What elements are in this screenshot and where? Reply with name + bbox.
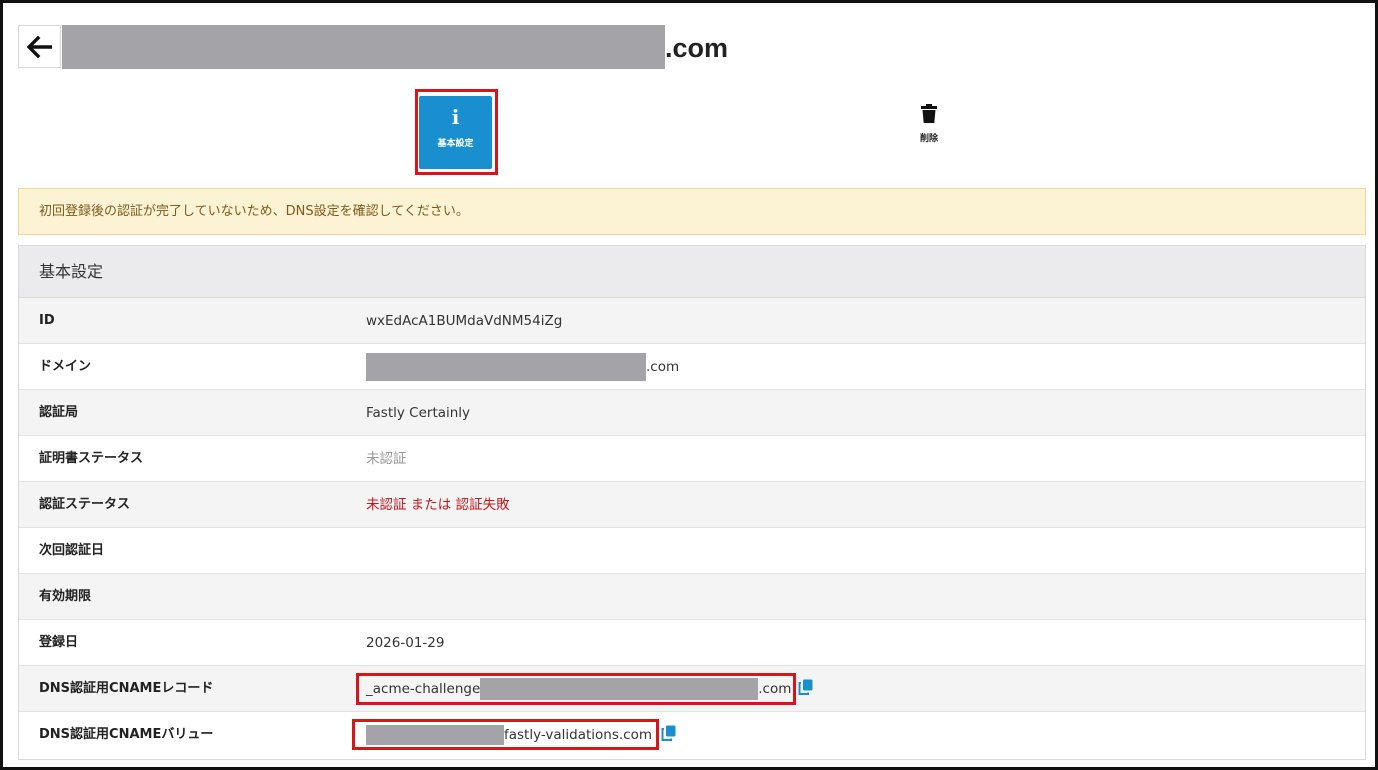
tab-delete[interactable]: 削除 — [900, 104, 958, 154]
detail-row-cert-status: 証明書ステータス 未認証 — [19, 436, 1365, 482]
panel-title: 基本設定 — [19, 246, 1365, 298]
detail-row-id: ID wxEdAcA1BUMdaVdNM54iZg — [19, 298, 1365, 344]
tab-basic-settings-label: 基本設定 — [437, 139, 474, 149]
row-key: 次回認証日 — [39, 543, 105, 558]
domain-redaction — [366, 353, 646, 381]
copy-icon[interactable] — [661, 725, 676, 741]
warning-alert: 初回登録後の認証が完了していないため、DNS設定を確認してください。 — [18, 188, 1366, 235]
copy-icon[interactable] — [798, 679, 813, 695]
row-value-id: wxEdAcA1BUMdaVdNM54iZg — [366, 313, 563, 329]
row-value-auth-status: 未認証 または 認証失敗 — [366, 497, 510, 513]
row-key: ドメイン — [39, 359, 92, 374]
detail-row-expiry: 有効期限 — [19, 574, 1365, 620]
domain-suffix: .com — [646, 359, 680, 375]
info-icon: i — [451, 105, 460, 129]
page-title-redaction — [62, 25, 665, 69]
row-value-registered: 2026-01-29 — [366, 635, 445, 651]
row-key: 認証局 — [39, 405, 79, 420]
row-key: 有効期限 — [39, 589, 92, 604]
row-key: ID — [39, 313, 55, 328]
detail-row-auth-status: 認証ステータス 未認証 または 認証失敗 — [19, 482, 1365, 528]
cname-record-highlight-box — [356, 673, 796, 705]
row-value-domain: .com — [366, 344, 679, 390]
row-key: DNS認証用CNAMEレコード — [39, 681, 214, 696]
arrow-left-icon — [26, 35, 52, 58]
row-key: 認証ステータス — [39, 497, 131, 512]
row-key: 証明書ステータス — [39, 451, 144, 466]
row-value-ca: Fastly Certainly — [366, 405, 471, 421]
tab-basic-settings[interactable]: i 基本設定 — [419, 96, 492, 169]
page-title-suffix: .com — [665, 33, 729, 63]
tab-delete-label: 削除 — [919, 134, 938, 144]
back-button[interactable] — [18, 25, 61, 68]
detail-row-registered: 登録日 2026-01-29 — [19, 620, 1365, 666]
detail-row-next-auth: 次回認証日 — [19, 528, 1365, 574]
trash-icon — [921, 104, 937, 123]
cname-value-highlight-box — [352, 719, 659, 750]
row-key: 登録日 — [39, 635, 79, 650]
row-key: DNS認証用CNAMEバリュー — [39, 727, 214, 742]
row-value-cert-status: 未認証 — [366, 451, 407, 467]
detail-row-ca: 認証局 Fastly Certainly — [19, 390, 1365, 436]
detail-row-cname-value: DNS認証用CNAMEバリュー fastly-validations.com — [19, 712, 1365, 758]
detail-row-domain: ドメイン .com — [19, 344, 1365, 390]
